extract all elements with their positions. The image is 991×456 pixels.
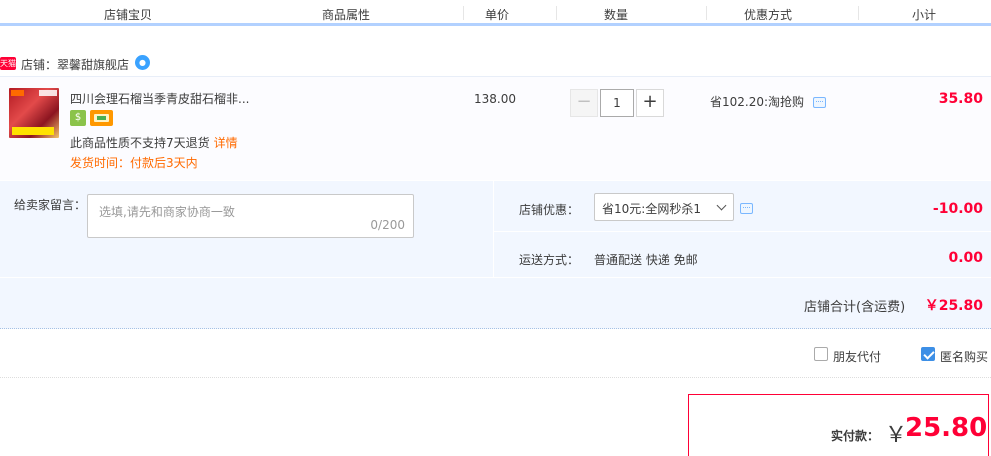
memo-label: 给卖家留言： [14, 198, 87, 212]
pay-amount: 25.80 [905, 413, 988, 443]
header-divider [858, 6, 859, 20]
header-divider [463, 6, 464, 20]
col-quantity: 数量 [604, 8, 629, 22]
options-divider [494, 231, 991, 232]
cart-header: 店铺宝贝 商品属性 单价 数量 优惠方式 小计 [0, 0, 991, 26]
checkout-options-row: 朋友代付 匿名购买 [0, 344, 991, 378]
quantity-stepper: − 1 + [570, 89, 665, 117]
discount-method: 省102.20:淘抢购 [710, 95, 805, 109]
quantity-input[interactable]: 1 [600, 89, 634, 117]
thumb-banner [12, 127, 54, 135]
product-title-link[interactable]: 四川会理石榴当季青皮甜石榴非... [70, 90, 249, 107]
friend-pay-checkbox[interactable] [814, 347, 828, 361]
order-options: 给卖家留言： 选填,请先和商家协商一致 0/200 店铺优惠： 省10元:全网秒… [0, 181, 991, 329]
return-policy-note: 此商品性质不支持7天退货 详情 [70, 134, 238, 151]
shop-coupon-select[interactable]: 省10元:全网秒杀1 [594, 193, 734, 221]
discount-info-icon[interactable] [813, 97, 826, 108]
header-divider [706, 6, 707, 20]
thumb-tag [11, 90, 24, 96]
shop-row: 天猫 店铺：翠馨甜旗舰店 ● [0, 52, 991, 74]
decrease-quantity-button[interactable]: − [570, 89, 598, 117]
order-item: 四川会理石榴当季青皮甜石榴非... $ 此商品性质不支持7天退货 详情 发货时间：… [0, 76, 991, 180]
anonymous-purchase-checkbox[interactable] [921, 347, 935, 361]
col-subtotal: 小计 [912, 8, 937, 22]
shipping-label: 运送方式： [519, 253, 580, 267]
options-divider [0, 277, 991, 278]
coupon-amount: -10.00 [932, 201, 983, 217]
col-unit-price: 单价 [485, 8, 510, 22]
pay-label: 实付款： [831, 429, 880, 443]
header-divider [556, 6, 557, 20]
thumb-tag [39, 90, 57, 96]
shop-total-label: 店铺合计(含运费) [804, 300, 906, 315]
tmall-badge: 天猫 [0, 57, 16, 70]
shop-total-amount: ￥25.80 [924, 298, 983, 314]
return-policy-text: 此商品性质不支持7天退货 [70, 136, 210, 150]
anonymous-purchase-label[interactable]: 匿名购买 [940, 348, 988, 365]
ship-time: 发货时间：付款后3天内 [70, 156, 198, 170]
product-thumbnail[interactable] [9, 88, 59, 138]
col-attributes: 商品属性 [322, 8, 371, 22]
currency-symbol: ￥ [885, 423, 908, 448]
return-details-link[interactable]: 详情 [214, 136, 238, 150]
increase-quantity-button[interactable]: + [636, 89, 664, 117]
col-discount: 优惠方式 [744, 8, 793, 22]
friend-pay-label[interactable]: 朋友代付 [833, 348, 881, 365]
service-badge-icon[interactable]: $ [70, 110, 86, 126]
wangwang-chat-icon[interactable]: ● [135, 55, 150, 70]
coupon-selected-value: 省10元:全网秒杀1 [602, 202, 701, 216]
coupon-info-icon[interactable] [740, 203, 753, 214]
unit-price: 138.00 [474, 92, 516, 106]
item-subtotal: 35.80 [938, 91, 983, 107]
seller-memo-input[interactable]: 选填,请先和商家协商一致 0/200 [87, 194, 414, 238]
chevron-down-icon [716, 200, 727, 211]
payment-summary: 实付款： ￥ 25.80 [688, 394, 989, 456]
options-divider [493, 181, 494, 277]
card-pay-icon[interactable] [90, 110, 113, 126]
shop-coupon-label: 店铺优惠： [519, 203, 580, 217]
memo-char-count: 0/200 [370, 218, 405, 232]
col-shop-item: 店铺宝贝 [104, 8, 153, 22]
shipping-fee: 0.00 [948, 250, 983, 266]
memo-placeholder: 选填,请先和商家协商一致 [99, 205, 235, 219]
shop-name-link[interactable]: 店铺：翠馨甜旗舰店 [21, 56, 129, 73]
shipping-method: 普通配送 快递 免邮 [594, 253, 698, 267]
